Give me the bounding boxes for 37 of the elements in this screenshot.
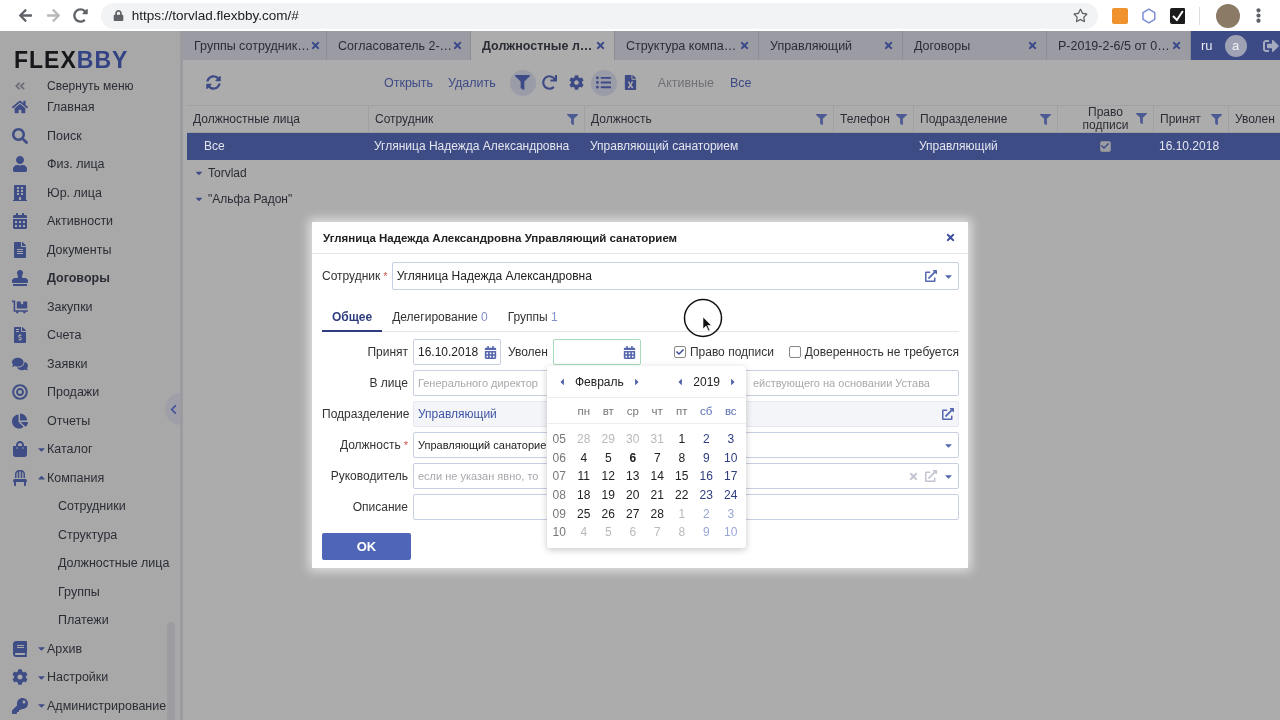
table-cell-text: Угляница Надежда Александровна <box>373 138 571 156</box>
weekday-label: пт <box>676 404 688 417</box>
weekday-label: сб <box>700 404 713 417</box>
week-number: 10 <box>552 525 566 540</box>
field-label: Принят <box>366 345 408 359</box>
column-header: Телефон <box>833 106 913 132</box>
week-number: 07 <box>552 469 566 484</box>
field-label: Уволен <box>508 345 548 359</box>
column-header: Подразделение <box>913 106 1057 132</box>
week-number: 08 <box>552 488 566 503</box>
column-header: Должностные лица <box>192 110 301 128</box>
field-label: Подразделение <box>322 407 408 421</box>
week-number: 05 <box>552 432 566 447</box>
table-cell-text: Управляющий санаторием <box>589 138 740 156</box>
year-label: 2019 <box>693 374 720 389</box>
field-label: Должность * <box>338 438 408 452</box>
field-label: Описание <box>351 500 408 514</box>
table-cell-text: 16.10.2018 <box>1158 138 1221 156</box>
weekday-label: пн <box>577 404 591 417</box>
column-header: Принят <box>1153 106 1228 132</box>
column-header: Уволен <box>1228 106 1280 132</box>
week-number: 09 <box>552 506 566 521</box>
logo: FLEXBBY <box>14 49 129 75</box>
field-label: Руководитель <box>329 469 408 483</box>
field-label: В лице <box>368 376 408 390</box>
column-header: Сотрудник <box>368 106 584 132</box>
dialog-title: Угляница Надежда Александровна Управляющий санаторием <box>323 231 678 244</box>
month-label: Февраль <box>575 374 624 389</box>
table-cell-text: Управляющий <box>918 138 999 156</box>
weekday-label: ср <box>626 404 639 417</box>
weekday-label: вс <box>724 404 737 417</box>
column-header: Должность <box>584 106 833 132</box>
column-header: Право подписи <box>1057 106 1153 132</box>
field-label: Сотрудник * <box>322 269 388 283</box>
week-number: 06 <box>552 450 566 465</box>
weekday-label: чт <box>651 404 663 417</box>
weekday-label: вт <box>602 404 614 417</box>
